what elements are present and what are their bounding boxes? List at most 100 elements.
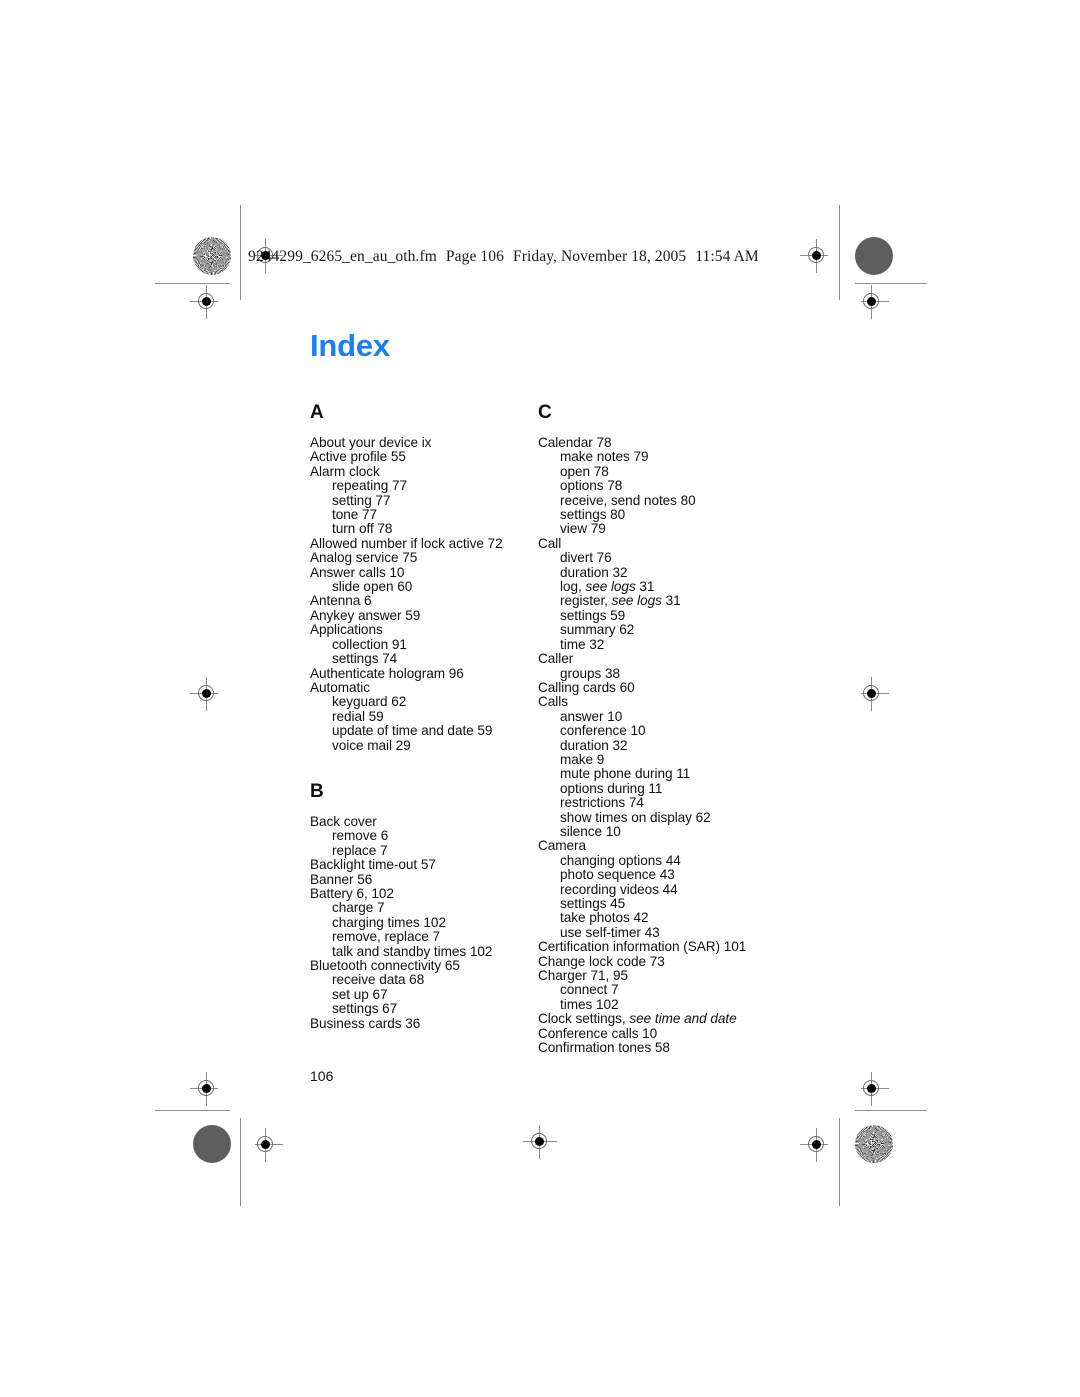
index-entry[interactable]: make notes 79 xyxy=(538,449,766,464)
index-entry[interactable]: Analog service 75 xyxy=(310,550,538,565)
index-entry[interactable]: Charger 71, 95 xyxy=(538,968,766,983)
index-entry[interactable]: turn off 78 xyxy=(310,522,538,537)
index-entry[interactable]: log, see logs 31 xyxy=(538,579,766,594)
crop-rule-vertical-top-right xyxy=(839,205,841,300)
index-entry[interactable]: Calling cards 60 xyxy=(538,680,766,695)
crop-rule-horizontal-right-lower xyxy=(855,1110,927,1112)
rosette-mark-bottom-right xyxy=(855,1125,893,1163)
index-entry[interactable]: Active profile 55 xyxy=(310,449,538,464)
index-entry[interactable]: redial 59 xyxy=(310,709,538,724)
index-entry[interactable]: Camera xyxy=(538,838,766,853)
index-entry[interactable]: repeating 77 xyxy=(310,478,538,493)
index-entry[interactable]: Calendar 78 xyxy=(538,435,766,450)
index-entry[interactable]: restrictions 74 xyxy=(538,795,766,810)
index-entry[interactable]: Battery 6, 102 xyxy=(310,886,538,901)
index-entry[interactable]: divert 76 xyxy=(538,550,766,565)
index-entry[interactable]: Confirmation tones 58 xyxy=(538,1040,766,1055)
index-entry[interactable]: collection 91 xyxy=(310,637,538,652)
index-content: Index A About your device ix Active profil… xyxy=(310,330,780,1055)
index-entry[interactable]: register, see logs 31 xyxy=(538,593,766,609)
header-filename: 9244299_6265_en_au_oth.fm xyxy=(248,248,437,265)
index-entry[interactable]: Answer calls 10 xyxy=(310,565,538,580)
index-entry[interactable]: setting 77 xyxy=(310,493,538,508)
index-entry[interactable]: options during 11 xyxy=(538,781,766,796)
index-entry[interactable]: Anykey answer 59 xyxy=(310,608,538,623)
index-entry[interactable]: Change lock code 73 xyxy=(538,954,766,969)
index-entry[interactable]: remove, replace 7 xyxy=(310,929,538,944)
index-entry[interactable]: Applications xyxy=(310,622,538,637)
crop-rule-horizontal-right-upper xyxy=(855,283,927,285)
index-entry[interactable]: settings 74 xyxy=(310,651,538,666)
index-entry[interactable]: About your device ix xyxy=(310,435,538,450)
index-entry[interactable]: options 78 xyxy=(538,478,766,493)
header-date: Friday, November 18, 2005 xyxy=(512,248,687,265)
index-entry[interactable]: answer 10 xyxy=(538,709,766,724)
index-entry[interactable]: Caller xyxy=(538,651,766,666)
index-entry[interactable]: Banner 56 xyxy=(310,872,538,887)
index-entry[interactable]: Calls xyxy=(538,694,766,709)
index-entry[interactable]: set up 67 xyxy=(310,987,538,1002)
index-entry[interactable]: settings 67 xyxy=(310,1001,538,1016)
index-entry[interactable]: settings 45 xyxy=(538,896,766,911)
index-entry[interactable]: show times on display 62 xyxy=(538,810,766,825)
index-entry[interactable]: recording videos 44 xyxy=(538,882,766,897)
index-entry[interactable]: receive, send notes 80 xyxy=(538,493,766,508)
index-entry[interactable]: Automatic xyxy=(310,680,538,695)
index-entry[interactable]: talk and standby times 102 xyxy=(310,944,538,959)
index-entry[interactable]: tone 77 xyxy=(310,507,538,522)
index-entry[interactable]: receive data 68 xyxy=(310,972,538,987)
index-entry[interactable]: update of time and date 59 xyxy=(310,723,538,738)
index-entry[interactable]: photo sequence 43 xyxy=(538,867,766,882)
index-entry[interactable]: Certification information (SAR) 101 xyxy=(538,939,766,954)
crop-rule-vertical-bottom-left xyxy=(240,1118,242,1206)
running-header: 9244299_6265_en_au_oth.fm Page 106 Friday,… xyxy=(248,248,759,266)
index-entry[interactable]: take photos 42 xyxy=(538,910,766,925)
index-entry[interactable]: voice mail 29 xyxy=(310,738,538,753)
index-columns: A About your device ix Active profile 55 Al… xyxy=(310,403,780,1055)
index-entry[interactable]: changing options 44 xyxy=(538,853,766,868)
index-entry[interactable]: Conference calls 10 xyxy=(538,1026,766,1041)
index-cross-reference: see logs xyxy=(611,593,662,609)
index-entry[interactable]: groups 38 xyxy=(538,666,766,681)
registration-target-bottom-left xyxy=(249,1128,283,1162)
index-entry[interactable]: replace 7 xyxy=(310,843,538,858)
index-entry[interactable]: Back cover xyxy=(310,814,538,829)
index-entry[interactable]: mute phone during 11 xyxy=(538,766,766,781)
index-entry[interactable]: use self-timer 43 xyxy=(538,925,766,940)
index-entry[interactable]: times 102 xyxy=(538,997,766,1012)
index-entry[interactable]: Allowed number if lock active 72 xyxy=(310,536,538,551)
index-entry[interactable]: Bluetooth connectivity 65 xyxy=(310,958,538,973)
index-entry[interactable]: Business cards 36 xyxy=(310,1016,538,1031)
crop-rule-horizontal-left-upper xyxy=(155,283,230,285)
registration-target-right-middle xyxy=(855,677,889,711)
solid-dot-mark-bottom-left xyxy=(193,1125,231,1163)
index-entry[interactable]: conference 10 xyxy=(538,723,766,738)
index-entry[interactable]: silence 10 xyxy=(538,824,766,839)
index-entry[interactable]: Authenticate hologram 96 xyxy=(310,666,538,681)
index-entry[interactable]: duration 32 xyxy=(538,738,766,753)
index-entry[interactable]: Alarm clock xyxy=(310,464,538,479)
index-entry[interactable]: Call xyxy=(538,536,766,551)
index-entry[interactable]: settings 80 xyxy=(538,507,766,522)
index-entry[interactable]: remove 6 xyxy=(310,828,538,843)
index-entry[interactable]: view 79 xyxy=(538,522,766,537)
index-entry[interactable]: Antenna 6 xyxy=(310,594,538,609)
index-entry[interactable]: time 32 xyxy=(538,637,766,652)
index-entry-list: Back cover remove 6 replace 7 Backlight tim… xyxy=(310,814,538,1031)
index-entry[interactable]: open 78 xyxy=(538,464,766,479)
index-entry[interactable]: settings 59 xyxy=(538,608,766,623)
index-entry[interactable]: Backlight time-out 57 xyxy=(310,857,538,872)
registration-target-bottom-right xyxy=(800,1128,834,1162)
index-entry[interactable]: duration 32 xyxy=(538,565,766,580)
index-entry[interactable]: connect 7 xyxy=(538,983,766,998)
index-entry[interactable]: keyguard 62 xyxy=(310,694,538,709)
registration-target-top-right xyxy=(800,239,834,273)
index-entry[interactable]: slide open 60 xyxy=(310,579,538,594)
index-entry[interactable]: Clock settings, see time and date xyxy=(538,1011,766,1026)
rosette-mark-top-left xyxy=(193,237,231,275)
index-entry[interactable]: charging times 102 xyxy=(310,915,538,930)
page-number: 106 xyxy=(310,1068,334,1084)
index-entry[interactable]: make 9 xyxy=(538,752,766,767)
index-entry[interactable]: charge 7 xyxy=(310,900,538,915)
index-entry[interactable]: summary 62 xyxy=(538,622,766,637)
